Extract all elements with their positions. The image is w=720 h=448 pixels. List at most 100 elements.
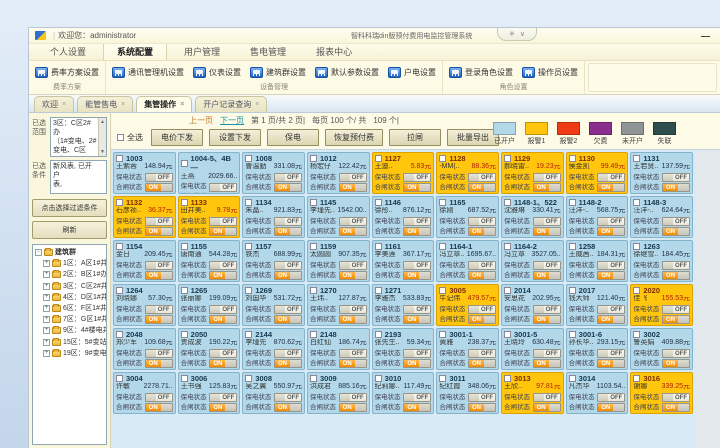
tree-item-15区[interactable]: + 15区：5#变站（3#变	[35, 337, 105, 348]
meter-card-3006[interactable]: 3006 王书强 125.83元 保电状态 OFF 合闸状态 ON	[178, 372, 241, 414]
supply-status-toggle[interactable]: OFF	[145, 173, 173, 182]
scroll-down-icon[interactable]: ▼	[100, 149, 105, 156]
tree-item-6区[interactable]: + 6区：F区1#井（F区1#	[35, 303, 105, 314]
meter-card-1003[interactable]: 1003 王紫蓉 148.94元 保电状态 OFF 合闸状态 ON	[113, 152, 176, 194]
document-tab-开户记录查询[interactable]: 开户记录查询 ×	[195, 96, 267, 112]
meter-checkbox[interactable]	[245, 155, 252, 162]
switch-status-toggle[interactable]: ON	[339, 183, 367, 192]
supply-status-toggle[interactable]: OFF	[339, 173, 367, 182]
tree-item-19区[interactable]: + 19区：9#变电站（2#	[35, 348, 105, 359]
supply-status-toggle[interactable]: OFF	[533, 217, 561, 226]
meter-checkbox[interactable]	[310, 243, 317, 250]
meter-checkbox[interactable]	[181, 243, 188, 250]
expander-icon[interactable]: +	[43, 260, 50, 267]
meter-card-1012[interactable]: 1012 杨宏仔 122.42元 保电状态 OFF 合闸状态 ON	[307, 152, 370, 194]
switch-status-toggle[interactable]: ON	[533, 359, 561, 368]
switch-status-toggle[interactable]: ON	[597, 271, 625, 280]
meter-checkbox[interactable]	[569, 287, 576, 294]
tree-item-3区[interactable]: + 3区：C区2#井（1#变	[35, 281, 105, 292]
switch-status-toggle[interactable]: ON	[533, 183, 561, 192]
meter-checkbox[interactable]	[633, 155, 640, 162]
meter-checkbox[interactable]	[245, 199, 252, 206]
supply-status-toggle[interactable]: OFF	[145, 349, 173, 358]
expander-icon[interactable]: -	[35, 249, 42, 256]
meter-card-2017[interactable]: 2017 钱大师 121.40元 保电状态 OFF 合闸状态 ON	[566, 284, 629, 326]
meter-checkbox[interactable]	[310, 287, 317, 294]
meter-card-1148-2[interactable]: 1148-2 汪洋-.. 568.75元 保电状态 OFF 合闸状态 ON	[566, 196, 629, 238]
supply-status-toggle[interactable]: OFF	[533, 173, 561, 182]
meter-checkbox[interactable]	[569, 199, 576, 206]
switch-status-toggle[interactable]: ON	[597, 403, 625, 412]
document-tab-欢迎[interactable]: 欢迎 ×	[34, 96, 74, 112]
meter-card-2014[interactable]: 2014 安思花 202.95元 保电状态 OFF 合闸状态 ON	[501, 284, 564, 326]
meter-card-3001-5[interactable]: 3001-5 王晓玲 630.48元 保电状态 OFF 合闸状态 ON	[501, 328, 564, 370]
meter-card-3001-1[interactable]: 3001-1 黄雅 238.37元 保电状态 OFF 合闸状态 ON	[436, 328, 499, 370]
chevron-down-icon[interactable]: ∨	[520, 30, 525, 38]
meter-card-1004-5、4B—[interactable]: 1004-5、4B— 王燕 2029.66.. 保电状态 OFF 合闸状态 ON	[178, 152, 241, 194]
meter-checkbox[interactable]	[181, 375, 188, 382]
meter-checkbox[interactable]	[310, 199, 317, 206]
switch-status-toggle[interactable]: ON	[209, 359, 237, 368]
meter-checkbox[interactable]	[375, 287, 382, 294]
supply-status-toggle[interactable]: OFF	[662, 217, 690, 226]
switch-status-toggle[interactable]: ON	[339, 315, 367, 324]
supply-status-toggle[interactable]: OFF	[597, 393, 625, 402]
meter-card-1155[interactable]: 1155 唐南通 544.28元 保电状态 OFF 合闸状态 ON	[178, 240, 241, 282]
supply-status-toggle[interactable]: OFF	[597, 349, 625, 358]
switch-status-toggle[interactable]: ON	[597, 359, 625, 368]
supply-status-toggle[interactable]: OFF	[339, 305, 367, 314]
switch-status-toggle[interactable]: ON	[403, 227, 431, 236]
meter-checkbox[interactable]	[116, 375, 123, 382]
tree-item-2区[interactable]: + 2区：B区1#办B区1#井	[35, 269, 105, 280]
close-icon[interactable]: ×	[255, 101, 259, 108]
meter-checkbox[interactable]	[310, 155, 317, 162]
switch-status-toggle[interactable]: ON	[339, 403, 367, 412]
switch-status-toggle[interactable]: ON	[597, 315, 625, 324]
supply-status-toggle[interactable]: OFF	[403, 349, 431, 358]
supply-status-toggle[interactable]: OFF	[662, 349, 690, 358]
expander-icon[interactable]: +	[43, 283, 50, 290]
switch-status-toggle[interactable]: ON	[274, 227, 302, 236]
selected-range-listbox[interactable]: 3区：C区2#办（1#变电、2#变电、C区1#） ▲ ▼	[50, 117, 107, 157]
choose-filter-button[interactable]: 点击选择过滤条件	[32, 199, 107, 217]
meter-card-1271[interactable]: 1271 李雅杰 533.83元 保电状态 OFF 合闸状态 ON	[372, 284, 435, 326]
meter-card-3011[interactable]: 3011 纪红霞 348.06元 保电状态 OFF 合闸状态 ON	[436, 372, 499, 414]
toolbar-button-保电[interactable]: 保电	[267, 129, 319, 146]
meter-checkbox[interactable]	[504, 287, 511, 294]
switch-status-toggle[interactable]: ON	[533, 227, 561, 236]
expander-icon[interactable]: +	[43, 339, 50, 346]
switch-status-toggle[interactable]: ON	[145, 227, 173, 236]
supply-status-toggle[interactable]: OFF	[468, 261, 496, 270]
switch-status-toggle[interactable]: ON	[145, 359, 173, 368]
supply-status-toggle[interactable]: OFF	[339, 393, 367, 402]
supply-status-toggle[interactable]: OFF	[274, 217, 302, 226]
meter-checkbox[interactable]	[116, 331, 123, 338]
supply-status-toggle[interactable]: OFF	[468, 305, 496, 314]
expander-icon[interactable]: +	[43, 327, 50, 334]
meter-checkbox[interactable]	[569, 155, 576, 162]
gear-icon[interactable]: ✳	[509, 30, 515, 38]
meter-card-2148[interactable]: 2148 白红仙 186.74元 保电状态 OFF 合闸状态 ON	[307, 328, 370, 370]
meter-card-1148-1、522[interactable]: 1148-1、522 沈雅琳 330.41元 保电状态 OFF 合闸状态 ON	[501, 196, 564, 238]
meter-card-1270[interactable]: 1270 王玮.. 127.87元 保电状态 OFF 合闸状态 ON	[307, 284, 370, 326]
meter-checkbox[interactable]	[569, 375, 576, 382]
meter-checkbox[interactable]	[310, 375, 317, 382]
switch-status-toggle[interactable]: ON	[209, 315, 237, 324]
supply-status-toggle[interactable]: OFF	[403, 173, 431, 182]
switch-status-toggle[interactable]: ON	[145, 315, 173, 324]
meter-checkbox[interactable]	[633, 375, 640, 382]
meter-checkbox[interactable]	[116, 155, 123, 162]
toolbar-button-设置下发[interactable]: 设置下发	[209, 129, 261, 146]
meter-checkbox[interactable]	[181, 331, 188, 338]
meter-checkbox[interactable]	[375, 375, 382, 382]
meter-checkbox[interactable]	[245, 243, 252, 250]
meter-card-1154[interactable]: 1154 金日 209.45元 保电状态 OFF 合闸状态 ON	[113, 240, 176, 282]
switch-status-toggle[interactable]: ON	[209, 227, 237, 236]
switch-status-toggle[interactable]: ON	[468, 227, 496, 236]
meter-checkbox[interactable]	[504, 243, 511, 250]
supply-status-toggle[interactable]: OFF	[597, 217, 625, 226]
ribbon-button-建筑群设置[interactable]: 建筑群设置	[250, 67, 306, 78]
supply-status-toggle[interactable]: OFF	[403, 305, 431, 314]
switch-status-toggle[interactable]: ON	[209, 193, 237, 195]
meter-card-1008[interactable]: 1008 曹温勤 331.08元 保电状态 OFF 合闸状态 ON	[242, 152, 305, 194]
